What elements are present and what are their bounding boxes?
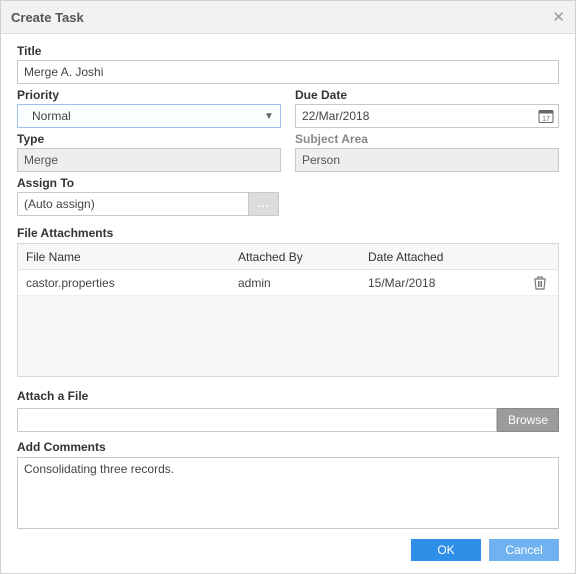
assign-to-label: Assign To — [17, 176, 559, 190]
cancel-button[interactable]: Cancel — [489, 539, 559, 561]
col-file-name: File Name — [18, 250, 238, 264]
subject-area-value: Person — [295, 148, 559, 172]
assign-picker-button[interactable]: ... — [249, 192, 279, 216]
title-input[interactable] — [17, 60, 559, 84]
col-date-attached: Date Attached — [368, 250, 498, 264]
attach-file-input[interactable] — [17, 408, 497, 432]
priority-label: Priority — [17, 88, 281, 102]
file-attachments-table: File Name Attached By Date Attached cast… — [17, 243, 559, 377]
priority-value: Normal — [32, 109, 71, 123]
due-date-label: Due Date — [295, 88, 559, 102]
dialog-title: Create Task — [11, 10, 84, 25]
dialog-content: Title Priority Normal ▼ Due Date — [1, 34, 575, 529]
priority-select[interactable]: Normal ▼ — [17, 104, 281, 128]
calendar-icon[interactable]: 17 — [537, 107, 555, 125]
subject-area-label: Subject Area — [295, 132, 559, 146]
type-value: Merge — [17, 148, 281, 172]
assign-to-input[interactable] — [17, 192, 249, 216]
ok-button[interactable]: OK — [411, 539, 481, 561]
create-task-dialog: Create Task ✕ Title Priority Normal ▼ Du… — [0, 0, 576, 574]
table-row: castor.properties admin 15/Mar/2018 — [18, 270, 558, 296]
trash-icon[interactable] — [532, 275, 548, 289]
browse-button[interactable]: Browse — [497, 408, 559, 432]
cell-date-attached: 15/Mar/2018 — [368, 276, 498, 290]
dialog-footer: OK Cancel — [1, 529, 575, 573]
dialog-titlebar: Create Task ✕ — [1, 1, 575, 34]
close-icon[interactable]: ✕ — [552, 8, 565, 26]
cell-attached-by: admin — [238, 276, 368, 290]
cell-file-name: castor.properties — [18, 276, 238, 290]
add-comments-label: Add Comments — [17, 440, 559, 454]
type-label: Type — [17, 132, 281, 146]
col-attached-by: Attached By — [238, 250, 368, 264]
title-label: Title — [17, 44, 559, 58]
table-header-row: File Name Attached By Date Attached — [18, 244, 558, 270]
attach-file-label: Attach a File — [17, 389, 559, 403]
file-attachments-label: File Attachments — [17, 226, 559, 240]
comments-textarea[interactable] — [17, 457, 559, 529]
svg-text:17: 17 — [542, 116, 550, 123]
due-date-input[interactable] — [295, 104, 559, 128]
